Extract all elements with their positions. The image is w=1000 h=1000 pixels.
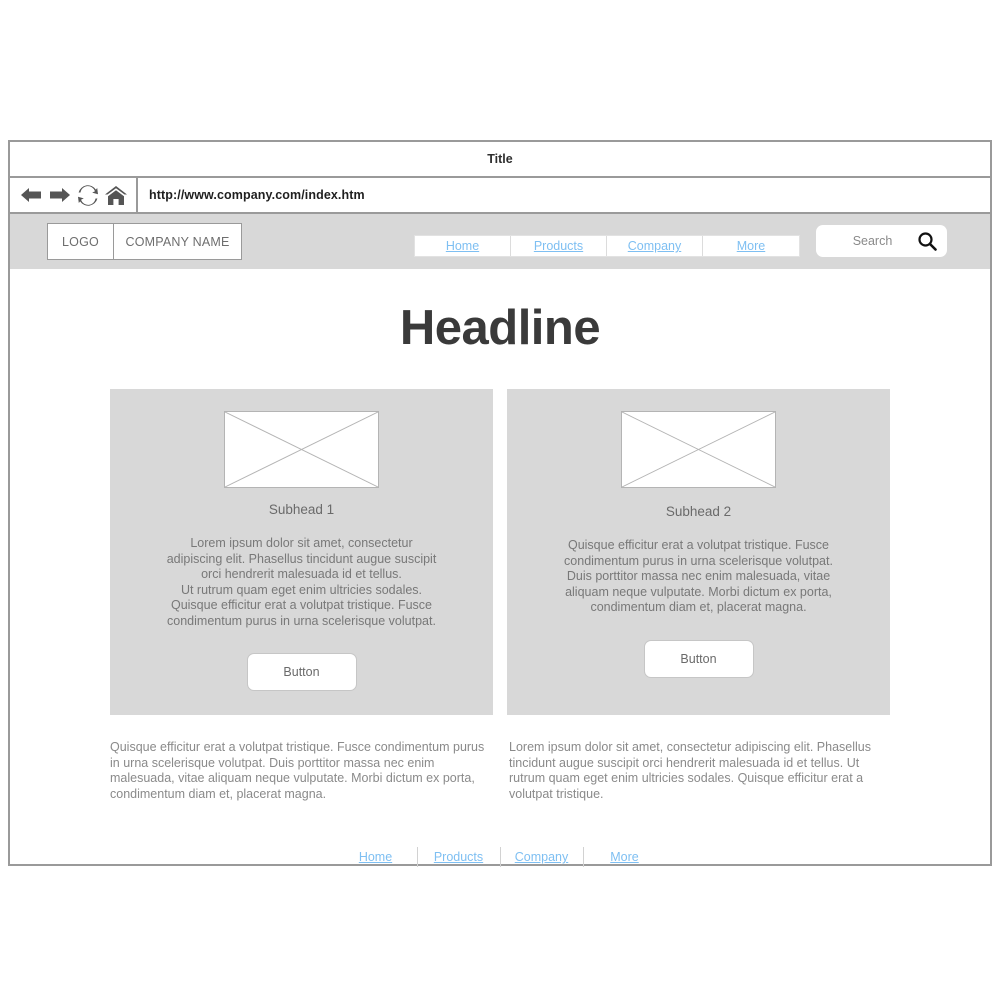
- cards-row: Subhead 1 Lorem ipsum dolor sit amet, co…: [10, 389, 990, 715]
- menu-item-company[interactable]: Company: [607, 236, 703, 256]
- menu-link-label: Company: [627, 239, 682, 253]
- card-subhead: Subhead 2: [665, 504, 732, 519]
- image-placeholder-icon: [224, 411, 379, 488]
- card-2: Subhead 2 Quisque efficitur erat a volut…: [507, 389, 890, 715]
- footer-link-company[interactable]: Company: [501, 850, 583, 864]
- image-placeholder-icon: [621, 411, 776, 488]
- footer-link-more[interactable]: More: [584, 850, 666, 864]
- card-button[interactable]: Button: [643, 639, 754, 678]
- back-arrow-icon[interactable]: [19, 185, 43, 205]
- page-content: Headline Subhead 1 Lorem ipsum dolor sit…: [10, 300, 990, 867]
- card-body-text: Lorem ipsum dolor sit amet, consectetur …: [166, 536, 437, 628]
- paragraph-row: Quisque efficitur erat a volutpat tristi…: [10, 740, 990, 802]
- menu-link-label: Home: [445, 239, 480, 253]
- magnifier-icon[interactable]: [917, 231, 937, 251]
- page-headline: Headline: [399, 301, 601, 355]
- main-menu: Home Products Company More: [414, 235, 800, 257]
- brand-block[interactable]: LOGO COMPANY NAME: [47, 223, 242, 260]
- url-input[interactable]: http://www.company.com/index.htm: [138, 178, 990, 212]
- card-button[interactable]: Button: [246, 653, 357, 691]
- browser-titlebar: Title: [10, 142, 990, 178]
- menu-item-home[interactable]: Home: [415, 236, 511, 256]
- browser-window: Title http://www.company.com/index.htm L…: [8, 140, 992, 867]
- site-navigation-bar: LOGO COMPANY NAME Home Products Company …: [10, 214, 990, 269]
- menu-item-more[interactable]: More: [703, 236, 799, 256]
- footer-links: Home Products Company More: [10, 847, 990, 867]
- browser-nav-buttons: [10, 178, 138, 212]
- paragraph-right: Lorem ipsum dolor sit amet, consectetur …: [509, 740, 871, 801]
- paragraph-left: Quisque efficitur erat a volutpat tristi…: [110, 740, 485, 801]
- reload-icon[interactable]: [77, 184, 99, 206]
- search-input[interactable]: Search: [816, 234, 917, 248]
- card-subhead: Subhead 1: [268, 502, 335, 517]
- browser-toolbar: http://www.company.com/index.htm: [10, 178, 990, 214]
- menu-link-label: More: [736, 239, 766, 253]
- company-name[interactable]: COMPANY NAME: [114, 224, 241, 259]
- card-1: Subhead 1 Lorem ipsum dolor sit amet, co…: [110, 389, 493, 715]
- forward-arrow-icon[interactable]: [48, 185, 72, 205]
- search-box[interactable]: Search: [816, 225, 947, 257]
- menu-item-products[interactable]: Products: [511, 236, 607, 256]
- footer-link-home[interactable]: Home: [335, 850, 417, 864]
- menu-link-label: Products: [533, 239, 584, 253]
- card-body-text: Quisque efficitur erat a volutpat tristi…: [564, 538, 833, 614]
- footer-link-products[interactable]: Products: [418, 850, 500, 864]
- window-title: Title: [487, 152, 513, 166]
- url-text: http://www.company.com/index.htm: [149, 188, 365, 202]
- logo-placeholder[interactable]: LOGO: [48, 224, 114, 259]
- home-icon[interactable]: [104, 185, 128, 206]
